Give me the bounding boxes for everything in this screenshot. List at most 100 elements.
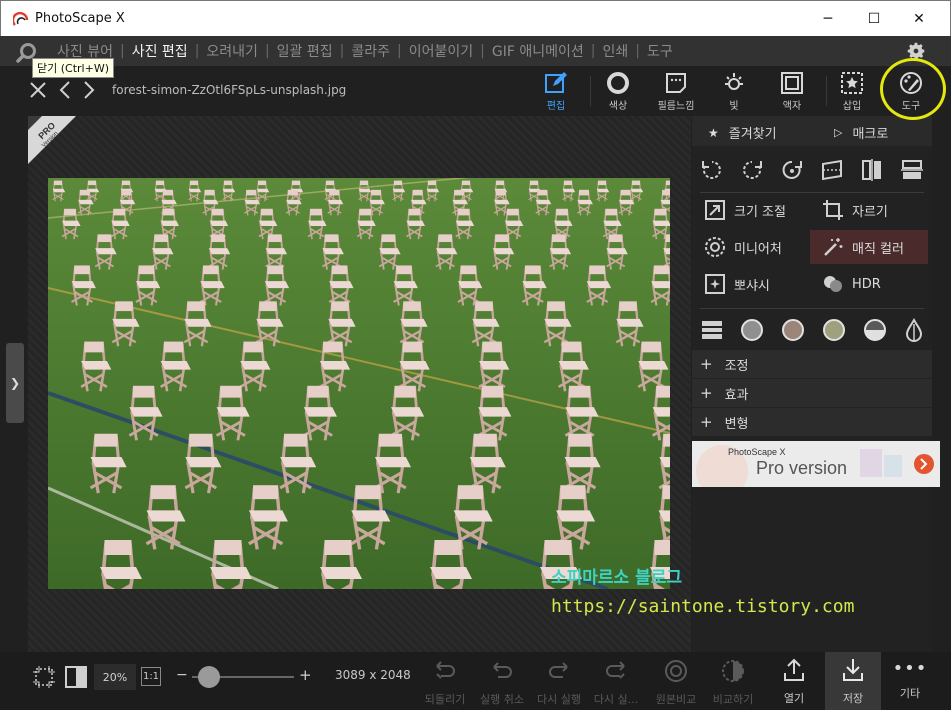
zoom-slider-handle[interactable] <box>198 666 220 688</box>
frame-icon <box>781 72 803 94</box>
chevron-right-icon[interactable] <box>82 80 96 100</box>
menu-item[interactable]: GIF 애니메이션 <box>485 41 591 61</box>
accordion-label: 효과 <box>724 387 749 403</box>
rotate-right-icon[interactable] <box>740 158 764 182</box>
menu-item[interactable]: 인쇄 <box>595 41 635 61</box>
editor-toolbar: forest-simon-ZzOtl6FSpLs-unsplash.jpg 편집… <box>0 66 951 116</box>
flip-vertical-icon[interactable] <box>900 158 924 182</box>
revert-button[interactable]: 되돌리기 <box>420 652 470 707</box>
pro-version-banner[interactable]: PhotoScape X Pro version <box>692 441 940 487</box>
tool-film[interactable]: 필름느낌 <box>646 71 706 112</box>
open-button[interactable]: 열기 <box>771 652 817 706</box>
straighten-icon[interactable] <box>820 158 844 182</box>
blog-watermark: 소피마르소 블로그 <box>551 568 683 588</box>
menu-item[interactable]: 일괄 편집 <box>270 41 340 61</box>
tab-macro[interactable]: ▷ 매크로 <box>834 123 888 142</box>
bloom-label: 뽀샤시 <box>734 278 770 294</box>
close-icon[interactable] <box>28 80 48 100</box>
bloom-icon <box>705 274 725 294</box>
compare-label: 비교하기 <box>712 693 754 706</box>
filter-circle-icon[interactable] <box>781 318 805 342</box>
rotate-custom-icon[interactable] <box>780 158 804 182</box>
banner-brand: PhotoScape X <box>728 447 786 457</box>
tool-label: 필름느낌 <box>657 101 695 112</box>
tool-label: 빛 <box>729 101 739 112</box>
file-name: forest-simon-ZzOtl6FSpLs-unsplash.jpg <box>112 83 347 97</box>
main-menu-bar: 사진 뷰어 | 사진 편집 | 오려내기 | 일괄 편집 | 콜라주 | 이어붙이기 | GIF 애니메… <box>0 36 951 66</box>
menu-item[interactable]: 사진 편집 <box>125 41 195 61</box>
star-icon: ★ <box>708 125 719 140</box>
resize-label: 크기 조절 <box>734 204 786 220</box>
resize-icon <box>705 200 725 220</box>
revert-label: 되돌리기 <box>424 693 466 706</box>
save-button[interactable]: 저장 <box>827 652 879 706</box>
zoom-in-icon[interactable]: + <box>299 666 312 684</box>
accordion-label: 변형 <box>724 416 749 432</box>
accordion-adjust[interactable]: + 조정 <box>692 350 932 378</box>
resize-button[interactable]: 크기 조절 <box>692 193 810 227</box>
more-button[interactable]: ••• 기타 <box>888 652 932 701</box>
more-icon: ••• <box>892 658 928 679</box>
actual-size-button[interactable]: 1:1 <box>141 667 161 686</box>
redo-all-label: 다시 실... <box>593 693 639 706</box>
color-circle-icon <box>607 72 629 94</box>
bloom-button[interactable]: 뽀샤시 <box>692 267 810 301</box>
menu-item[interactable]: 이어붙이기 <box>402 41 480 61</box>
light-icon <box>725 73 743 90</box>
undo-button[interactable]: 실행 취소 <box>476 652 528 707</box>
redo-icon <box>549 662 568 678</box>
crop-button[interactable]: 자르기 <box>810 193 928 227</box>
menu-item[interactable]: 도구 <box>640 41 680 61</box>
rotate-left-icon[interactable] <box>700 158 724 182</box>
expand-left-panel-button[interactable]: ❯ <box>6 343 24 423</box>
close-tooltip: 닫기 (Ctrl+W) <box>32 58 114 78</box>
chevron-left-icon[interactable] <box>58 80 72 100</box>
droplet-icon[interactable] <box>904 318 924 342</box>
file-navigation <box>28 80 96 100</box>
contrast-icon[interactable] <box>863 318 887 342</box>
zoom-level[interactable]: 20% <box>94 664 136 690</box>
menu-item[interactable]: 콜라주 <box>344 41 397 61</box>
menu-item[interactable]: 오려내기 <box>199 41 265 61</box>
tool-color[interactable]: 색상 <box>588 71 648 112</box>
compare-button[interactable]: 비교하기 <box>707 652 759 707</box>
filter-circle-icon[interactable] <box>822 318 846 342</box>
pro-version-badge[interactable]: PRO Version <box>28 116 76 164</box>
tool-insert[interactable]: 삽입 <box>822 71 882 112</box>
zoom-out-icon[interactable]: − <box>176 667 188 683</box>
download-icon <box>843 659 863 681</box>
film-icon <box>666 73 686 93</box>
tab-favorites[interactable]: ★ 즐겨찾기 <box>708 123 777 143</box>
hdr-button[interactable]: HDR <box>810 267 928 301</box>
compare-split-icon[interactable] <box>64 665 88 689</box>
compare-icon <box>722 660 744 682</box>
accordion-effects[interactable]: + 효과 <box>692 379 932 407</box>
play-icon: ▷ <box>834 126 843 139</box>
close-window-button[interactable]: ✕ <box>896 1 942 37</box>
redo-all-icon <box>606 661 625 679</box>
original-compare-button[interactable]: 원본비교 <box>650 652 702 707</box>
undo-label: 실행 취소 <box>480 693 524 706</box>
photoscape-logo-icon <box>13 11 29 26</box>
tool-label: 편집 <box>546 101 566 112</box>
redo-button[interactable]: 다시 실행 <box>533 652 585 707</box>
select-area-icon[interactable] <box>33 666 55 688</box>
miniature-button[interactable]: 미니어처 <box>692 230 810 264</box>
maximize-button[interactable]: ☐ <box>851 1 897 37</box>
accordion-transform[interactable]: + 변형 <box>692 408 932 436</box>
tool-edit[interactable]: 편집 <box>526 71 586 112</box>
filter-circle-icon[interactable] <box>740 318 764 342</box>
plus-icon: + <box>700 413 713 431</box>
magic-color-button[interactable]: 매직 컬러 <box>810 230 928 264</box>
tool-frame[interactable]: 액자 <box>762 71 822 112</box>
list-icon[interactable] <box>701 319 723 341</box>
title-bar: PhotoScape X ─ ☐ ✕ <box>0 0 951 36</box>
redo-all-button[interactable]: 다시 실... <box>590 652 642 707</box>
panel-tabs: ★ 즐겨찾기 ▷ 매크로 <box>692 116 932 146</box>
minimize-button[interactable]: ─ <box>805 1 851 37</box>
tool-label: 색상 <box>608 101 628 112</box>
tool-light[interactable]: 빛 <box>704 71 764 112</box>
quick-filter-row <box>692 314 932 346</box>
flip-horizontal-icon[interactable] <box>860 158 884 182</box>
edited-photo[interactable] <box>48 178 670 589</box>
